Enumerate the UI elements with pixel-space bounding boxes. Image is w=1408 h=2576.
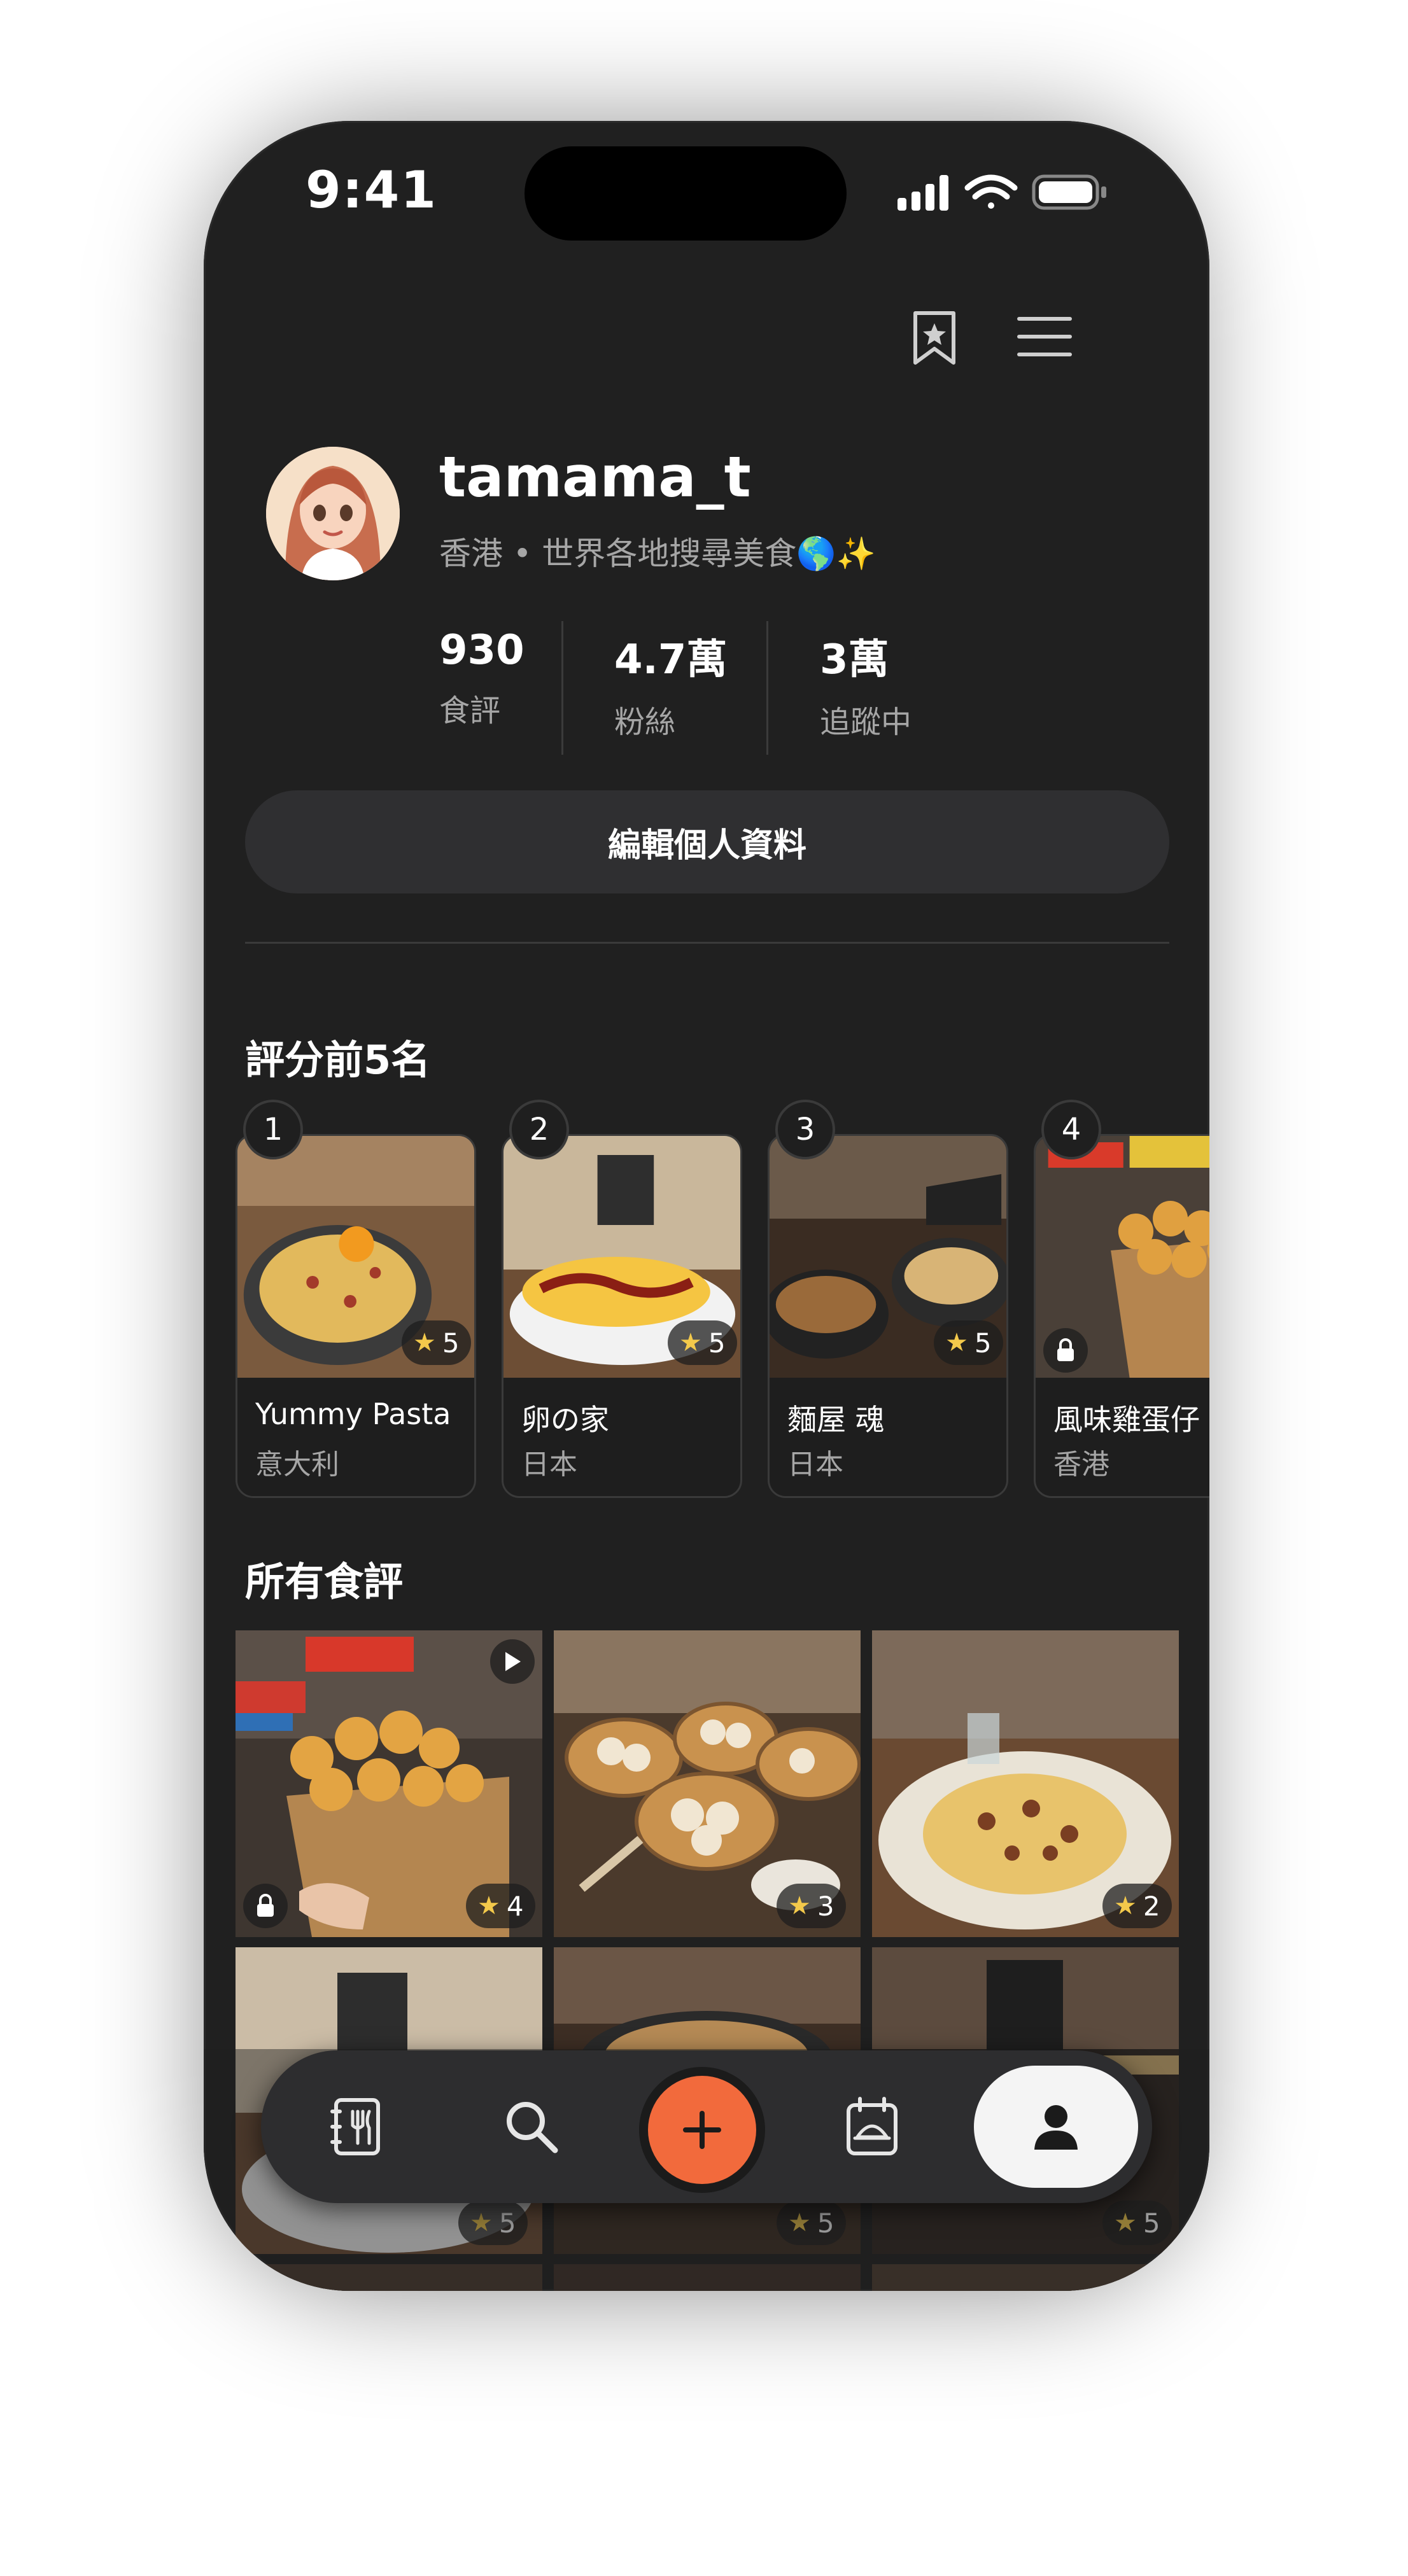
rank-badge: 1 — [243, 1100, 303, 1159]
menu-button[interactable] — [1016, 316, 1073, 360]
star-icon: ★ — [945, 1328, 968, 1357]
hamburger-menu-icon — [1017, 317, 1072, 356]
status-icons — [898, 174, 1106, 211]
video-badge — [490, 1639, 535, 1684]
saved-button[interactable] — [910, 309, 959, 368]
review-tile[interactable]: ★ 3 — [554, 1630, 861, 1937]
review-tile[interactable]: ★ 4 — [236, 1630, 542, 1937]
all-reviews-title: 所有食評 — [245, 1558, 404, 1605]
card-name: Yummy Pasta — [255, 1397, 451, 1431]
rank-badge: 2 — [509, 1100, 569, 1159]
lock-icon — [1057, 1338, 1074, 1361]
private-badge — [243, 1884, 288, 1928]
stat-divider — [561, 621, 563, 755]
review-tile[interactable]: ★ 2 — [872, 1630, 1179, 1937]
top5-card[interactable]: ★ 5 麵屋 魂 日本 — [768, 1134, 1008, 1498]
top5-card[interactable]: ★ 5 Yummy Pasta 意大利 — [236, 1134, 476, 1498]
top5-title: 評分前5名 — [245, 1037, 431, 1083]
card-country: 日本 — [521, 1448, 577, 1481]
stat-value: 930 — [439, 627, 524, 674]
stat-reviews[interactable]: 930 食評 — [439, 627, 524, 730]
rating-badge: ★ 3 — [777, 1884, 846, 1928]
rating-badge: ★ 5 — [934, 1320, 1003, 1365]
wifi-icon — [964, 174, 1018, 209]
star-icon: ★ — [788, 1891, 811, 1921]
calendar-icon — [847, 2097, 898, 2155]
tab-search[interactable] — [465, 2050, 598, 2203]
card-name: 麵屋 魂 — [787, 1403, 885, 1437]
rank-badge: 3 — [775, 1100, 835, 1159]
private-badge — [1043, 1328, 1088, 1373]
rating-badge: ★ 2 — [1102, 1884, 1172, 1928]
edit-profile-button[interactable]: 編輯個人資料 — [245, 790, 1169, 893]
phone-screen: 9:41 tamama_t 香港 • 世界各地搜尋美食🌎✨ 930 食評 4.7… — [204, 121, 1209, 2291]
card-name: 風味雞蛋仔 — [1053, 1403, 1200, 1437]
rank-badge: 4 — [1041, 1100, 1101, 1159]
signal-icon — [898, 175, 948, 211]
dynamic-island — [524, 146, 847, 241]
star-icon: ★ — [477, 1891, 500, 1921]
card-country: 香港 — [1053, 1448, 1109, 1481]
tab-profile[interactable] — [974, 2066, 1138, 2188]
star-icon: ★ — [413, 1328, 436, 1357]
profile-bio: 香港 • 世界各地搜尋美食🌎✨ — [439, 535, 876, 572]
stat-followers[interactable]: 4.7萬 粉絲 — [614, 627, 727, 741]
card-country: 意大利 — [255, 1448, 339, 1481]
card-country: 日本 — [787, 1448, 843, 1481]
username: tamama_t — [439, 444, 751, 510]
top5-card[interactable]: ★ 5 卵の家 日本 — [502, 1134, 742, 1498]
tab-journal[interactable] — [290, 2050, 423, 2203]
stat-following[interactable]: 3萬 追蹤中 — [820, 627, 912, 741]
stat-value: 3萬 — [820, 636, 889, 683]
section-divider — [245, 942, 1169, 944]
lock-icon — [257, 1894, 274, 1917]
bottom-tab-bar — [261, 2050, 1152, 2203]
status-time: 9:41 — [306, 160, 437, 220]
search-icon — [507, 2102, 558, 2153]
top5-card[interactable]: 風味雞蛋仔 香港 — [1034, 1134, 1209, 1498]
bookmark-star-icon — [913, 311, 955, 365]
stat-label: 追蹤中 — [820, 704, 912, 740]
profile-icon — [1034, 2105, 1078, 2150]
rating-badge: ★ 5 — [668, 1320, 737, 1365]
stat-label: 食評 — [439, 693, 501, 729]
stat-value: 4.7萬 — [614, 636, 728, 683]
avatar[interactable] — [266, 447, 400, 580]
stat-label: 粉絲 — [614, 704, 676, 740]
menu-book-icon — [330, 2098, 380, 2155]
play-icon — [505, 1652, 521, 1671]
add-icon — [683, 2111, 721, 2149]
star-icon: ★ — [1114, 1891, 1137, 1921]
add-review-button[interactable] — [648, 2076, 756, 2184]
tab-calendar[interactable] — [805, 2050, 939, 2203]
card-name: 卵の家 — [521, 1403, 609, 1437]
stat-divider — [766, 621, 768, 755]
rating-badge: ★ 4 — [466, 1884, 535, 1928]
star-icon: ★ — [679, 1328, 702, 1357]
battery-icon — [1032, 174, 1106, 210]
rating-badge: ★ 5 — [402, 1320, 471, 1365]
